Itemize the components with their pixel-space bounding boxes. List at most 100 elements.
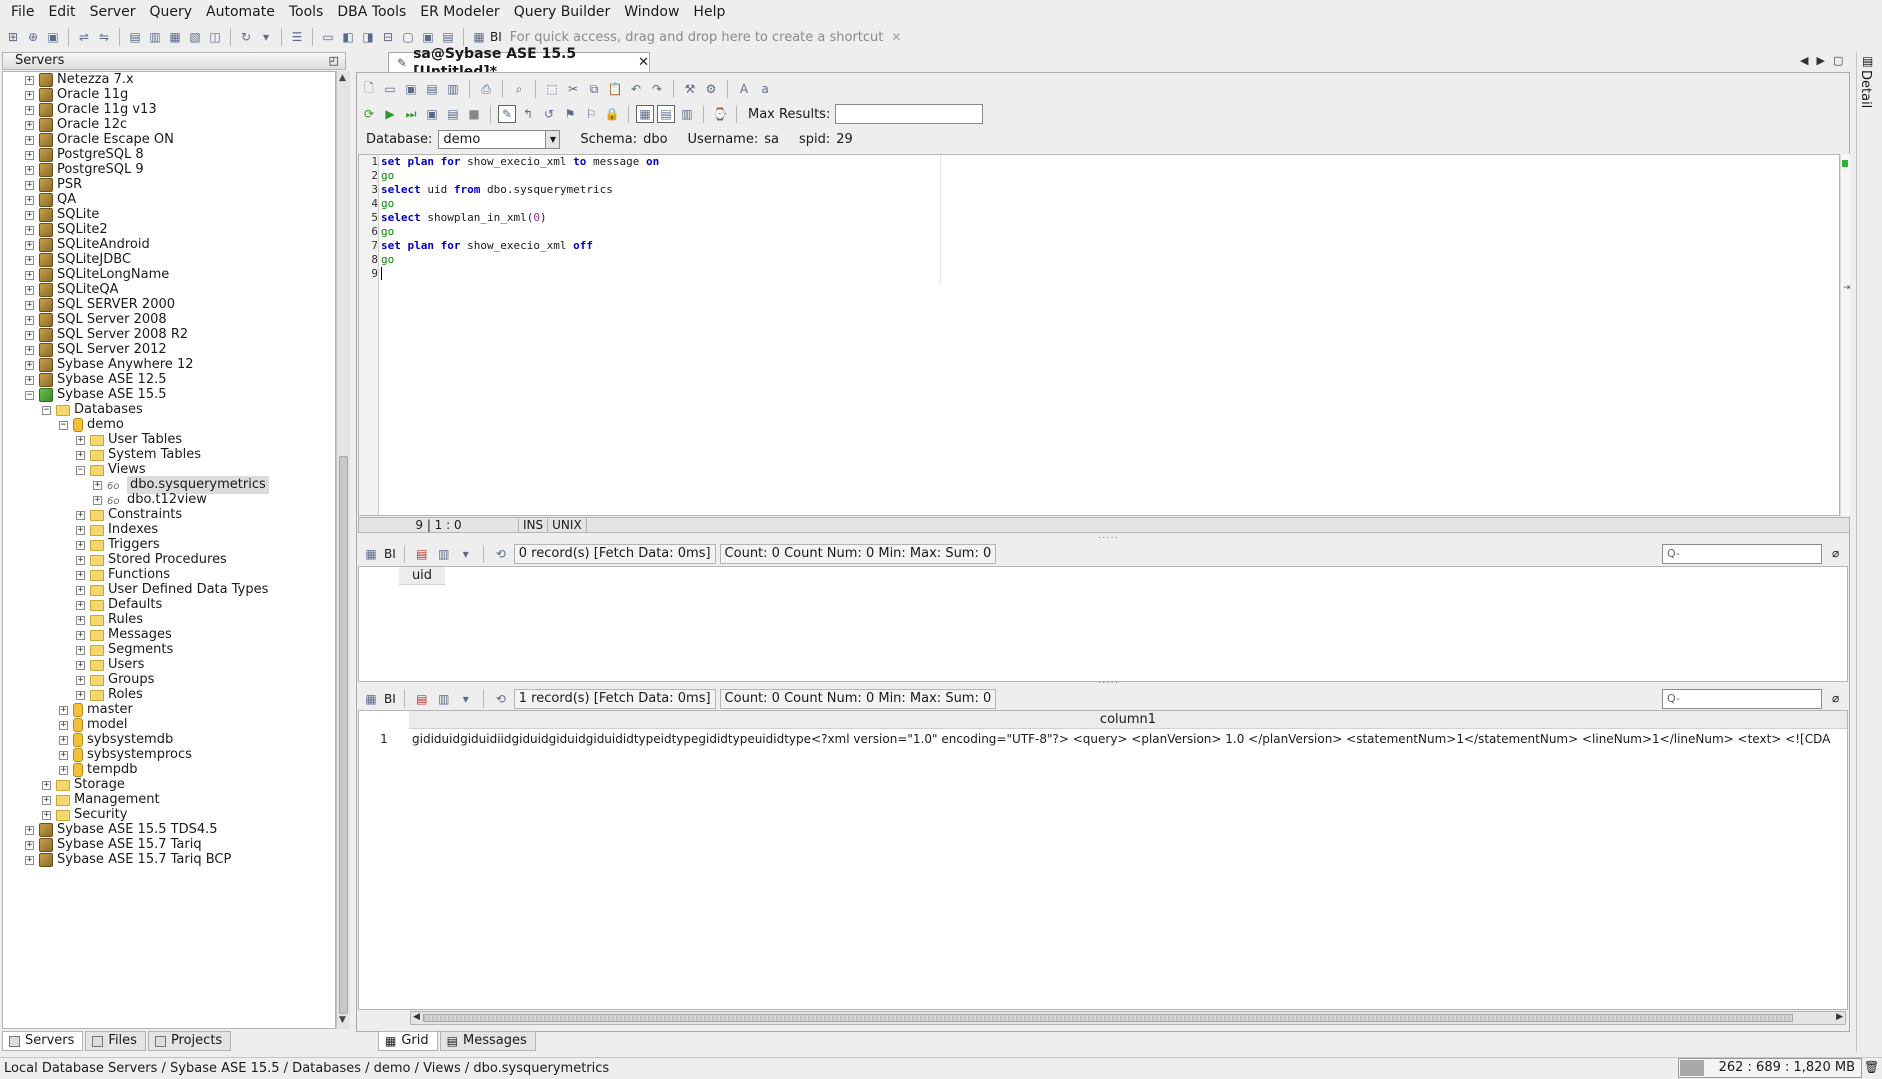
- expand-icon[interactable]: +: [25, 300, 34, 310]
- result2-bi-label[interactable]: BI: [384, 692, 396, 706]
- expand-icon[interactable]: +: [25, 180, 34, 190]
- layout-6-icon[interactable]: ▣: [419, 28, 437, 46]
- expand-icon[interactable]: +: [93, 480, 102, 490]
- code-line[interactable]: go: [381, 169, 394, 183]
- query-window-icon[interactable]: ▤: [126, 28, 144, 46]
- history-icon[interactable]: ⌚: [711, 105, 729, 123]
- layout-1-icon[interactable]: ▭: [319, 28, 337, 46]
- save-all-icon[interactable]: ▥: [444, 80, 462, 98]
- tab-next-icon[interactable]: ▶: [1816, 54, 1824, 67]
- expand-icon[interactable]: +: [42, 780, 51, 790]
- expand-icon[interactable]: +: [25, 345, 34, 355]
- expand-icon[interactable]: +: [76, 630, 85, 640]
- code-line[interactable]: select uid from dbo.sysquerymetrics: [381, 183, 613, 197]
- expand-icon[interactable]: +: [25, 90, 34, 100]
- expand-icon[interactable]: +: [25, 150, 34, 160]
- rollback-icon[interactable]: ↺: [540, 105, 558, 123]
- export-excel-icon[interactable]: ▤: [413, 545, 431, 563]
- grid-column-header[interactable]: column1: [409, 711, 1847, 729]
- clip-icon[interactable]: ⌀: [1832, 546, 1839, 560]
- expand-icon[interactable]: +: [25, 210, 34, 220]
- scroll-left-icon[interactable]: ◀: [413, 1012, 420, 1022]
- layout-7-icon[interactable]: ▤: [439, 28, 457, 46]
- layout-5-icon[interactable]: ▢: [399, 28, 417, 46]
- expand-icon[interactable]: +: [76, 660, 85, 670]
- expand-icon[interactable]: +: [25, 285, 34, 295]
- expand-icon[interactable]: +: [42, 795, 51, 805]
- editor-tab[interactable]: ✎ sa@Sybase ASE 15.5 [Untitled]* ✕: [388, 46, 650, 80]
- expand-icon[interactable]: +: [25, 135, 34, 145]
- expand-icon[interactable]: +: [25, 840, 34, 850]
- clip-icon[interactable]: ⌀: [1832, 691, 1839, 705]
- register-server-icon[interactable]: ⊕: [24, 28, 42, 46]
- dropdown-arrow-icon[interactable]: ▾: [457, 690, 475, 708]
- layout-4-icon[interactable]: ⊟: [379, 28, 397, 46]
- execute-all-icon[interactable]: ⟳: [360, 105, 378, 123]
- expand-icon[interactable]: +: [25, 165, 34, 175]
- menu-automate[interactable]: Automate: [199, 0, 282, 24]
- splitter-handle[interactable]: ·····: [1098, 678, 1119, 689]
- detail-tab[interactable]: Detail: [1858, 70, 1873, 108]
- result2-horizontal-scrollbar[interactable]: ◀ ▶: [410, 1011, 1846, 1025]
- open-folder-icon[interactable]: ▭: [381, 80, 399, 98]
- expand-icon[interactable]: +: [59, 735, 68, 745]
- expand-icon[interactable]: +: [59, 750, 68, 760]
- menu-er-modeler[interactable]: ER Modeler: [413, 0, 506, 24]
- results-grid-icon[interactable]: ▦: [636, 105, 654, 123]
- result2-search-input[interactable]: Q-: [1662, 689, 1822, 709]
- connect-icon[interactable]: ⇌: [75, 28, 93, 46]
- collapse-icon[interactable]: −: [42, 405, 51, 415]
- unformat-icon[interactable]: ⚙: [702, 80, 720, 98]
- detail-icon[interactable]: ▤: [1862, 54, 1873, 68]
- splitter-handle[interactable]: ·····: [1098, 533, 1119, 544]
- collapse-icon[interactable]: −: [25, 390, 34, 400]
- menu-tools[interactable]: Tools: [282, 0, 331, 24]
- expand-icon[interactable]: +: [25, 825, 34, 835]
- scroll-down-icon[interactable]: ▼: [339, 1015, 346, 1025]
- expand-icon[interactable]: +: [25, 315, 34, 325]
- code-line[interactable]: go: [381, 225, 394, 239]
- tab-servers[interactable]: Servers: [2, 1031, 84, 1051]
- expand-icon[interactable]: +: [59, 720, 68, 730]
- layout-3-icon[interactable]: ◨: [359, 28, 377, 46]
- expand-icon[interactable]: +: [76, 450, 85, 460]
- redo-icon[interactable]: ↷: [648, 80, 666, 98]
- tab-projects[interactable]: Projects: [147, 1031, 232, 1051]
- tree-node[interactable]: + Sybase ASE 15.7 Tariq BCP: [25, 851, 231, 869]
- tree-scroll-thumb[interactable]: [339, 456, 348, 1014]
- expand-icon[interactable]: +: [25, 240, 34, 250]
- expand-icon[interactable]: +: [76, 540, 85, 550]
- code-line[interactable]: select showplan_in_xml(0): [381, 211, 547, 225]
- menu-help[interactable]: Help: [686, 0, 732, 24]
- new-connection-icon[interactable]: ⊞: [4, 28, 22, 46]
- expand-icon[interactable]: +: [76, 645, 85, 655]
- expand-icon[interactable]: +: [25, 855, 34, 865]
- expand-icon[interactable]: +: [76, 510, 85, 520]
- sql-code-editor[interactable]: [358, 154, 1840, 516]
- expand-icon[interactable]: +: [25, 120, 34, 130]
- export-grid-icon[interactable]: ▥: [435, 690, 453, 708]
- copy-icon[interactable]: ⧉: [585, 80, 603, 98]
- chevron-down-icon[interactable]: ▼: [545, 130, 560, 148]
- data-compare-icon[interactable]: ▧: [186, 28, 204, 46]
- query-analyzer-icon[interactable]: ▥: [146, 28, 164, 46]
- maximize-icon[interactable]: ▢: [1833, 54, 1843, 67]
- expand-icon[interactable]: +: [25, 255, 34, 265]
- print-icon[interactable]: ⎙: [477, 80, 495, 98]
- tab-prev-icon[interactable]: ◀: [1800, 54, 1808, 67]
- commit-icon[interactable]: ↰: [519, 105, 537, 123]
- menu-dba-tools[interactable]: DBA Tools: [330, 0, 413, 24]
- layout-2-icon[interactable]: ◧: [339, 28, 357, 46]
- result1-search-input[interactable]: Q-: [1662, 544, 1822, 564]
- result1-bi-label[interactable]: BI: [384, 547, 396, 561]
- format-icon[interactable]: ⚒: [681, 80, 699, 98]
- expand-icon[interactable]: +: [25, 195, 34, 205]
- expand-icon[interactable]: +: [76, 585, 85, 595]
- expand-icon[interactable]: +: [76, 690, 85, 700]
- export-icon[interactable]: ◫: [206, 28, 224, 46]
- expand-icon[interactable]: +: [25, 360, 34, 370]
- expand-icon[interactable]: +: [25, 75, 34, 85]
- max-results-input[interactable]: [835, 104, 984, 124]
- grid-column-header[interactable]: uid: [399, 567, 445, 585]
- scroll-up-icon[interactable]: ▲: [339, 73, 346, 83]
